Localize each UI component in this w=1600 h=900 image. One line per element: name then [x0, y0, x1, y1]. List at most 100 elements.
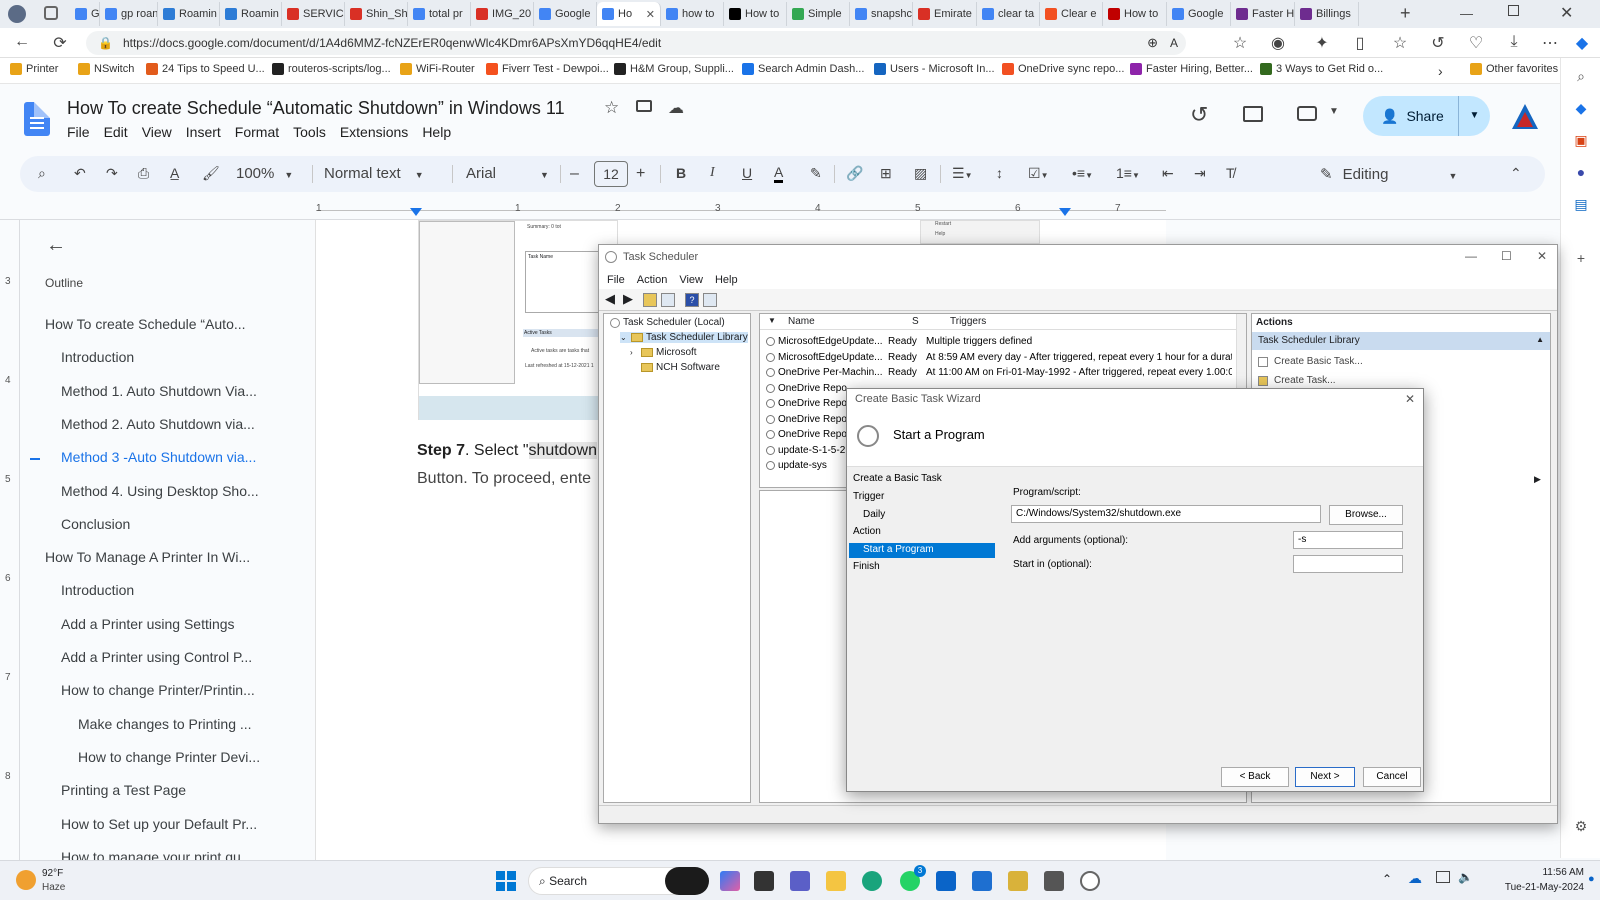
- bookmark-item[interactable]: Search Admin Dash...: [742, 63, 864, 75]
- outline-item[interactable]: How to manage your print qu...: [61, 849, 252, 860]
- bookmark-item[interactable]: WiFi-Router: [400, 63, 475, 75]
- maximize-button[interactable]: [1508, 5, 1519, 16]
- file-explorer-icon[interactable]: [826, 871, 846, 891]
- menu-help[interactable]: Help: [422, 124, 451, 140]
- start-in-input[interactable]: [1293, 555, 1403, 573]
- tree-node[interactable]: › Microsoft: [630, 347, 697, 358]
- task-name[interactable]: OneDrive Repo: [778, 398, 847, 409]
- edge-icon[interactable]: [862, 871, 882, 891]
- close-window-button[interactable]: ✕: [1560, 3, 1573, 23]
- text-color-button[interactable]: A: [774, 165, 784, 183]
- bookmark-item[interactable]: OneDrive sync repo...: [1002, 63, 1124, 75]
- back-button[interactable]: < Back: [1221, 767, 1289, 787]
- star-icon[interactable]: ☆: [604, 98, 619, 118]
- browser-tab[interactable]: clear ta: [977, 2, 1040, 26]
- browser-tab[interactable]: snapshc: [850, 2, 913, 26]
- ts-help-icon[interactable]: ?: [685, 293, 699, 307]
- back-arrow-icon[interactable]: ←: [12, 33, 32, 51]
- editing-mode-select[interactable]: ✎ Editing ▼: [1320, 165, 1457, 183]
- align-icon[interactable]: ☰▼: [952, 165, 972, 182]
- close-tab-icon[interactable]: ✕: [646, 8, 655, 21]
- copilot-icon[interactable]: ◆: [1572, 33, 1592, 53]
- outline-item[interactable]: Method 2. Auto Shutdown via...: [61, 416, 255, 432]
- paragraph-style-select[interactable]: Normal text ▼: [324, 165, 424, 182]
- volume-icon[interactable]: 🔈: [1458, 870, 1473, 884]
- actions-expand-icon[interactable]: ▶: [1534, 474, 1541, 485]
- remote-app-icon[interactable]: [972, 871, 992, 891]
- url-field[interactable]: 🔒 https://docs.google.com/document/d/1A4…: [86, 31, 1186, 55]
- action-item[interactable]: Create Task...: [1258, 375, 1336, 386]
- font-select[interactable]: Arial ▼: [466, 165, 549, 182]
- ts-folder-icon[interactable]: [643, 293, 657, 307]
- outline-item[interactable]: Introduction: [61, 582, 134, 598]
- notification-bell-icon[interactable]: ●: [1588, 873, 1595, 885]
- move-folder-icon[interactable]: [636, 100, 652, 112]
- ts-back-icon[interactable]: ◀: [603, 292, 617, 307]
- left-indent-marker[interactable]: [410, 208, 422, 216]
- bold-button[interactable]: B: [676, 165, 686, 181]
- outlook-icon[interactable]: ▤: [1571, 194, 1591, 214]
- next-button[interactable]: Next >: [1295, 767, 1355, 787]
- browser-tab[interactable]: Roamin: [220, 2, 282, 26]
- tree-expand-icon[interactable]: ›: [630, 348, 638, 357]
- ts-maximize-button[interactable]: ☐: [1501, 249, 1512, 263]
- embedded-screenshot[interactable]: Summary: 0 tot Task Name Active Tasks Ac…: [418, 220, 619, 420]
- ts-properties-icon[interactable]: [703, 293, 717, 307]
- share-dropdown-icon[interactable]: ▼: [1458, 96, 1490, 136]
- share-button[interactable]: 👤 Share ▼: [1363, 96, 1490, 136]
- arguments-input[interactable]: -s: [1293, 531, 1403, 549]
- favorites-icon[interactable]: ☆: [1390, 33, 1410, 53]
- task-name[interactable]: OneDrive Per-Machin...: [778, 367, 882, 378]
- close-outline-icon[interactable]: ←: [46, 234, 66, 257]
- taskbar-search[interactable]: ⌕ Search: [528, 867, 709, 895]
- bookmark-item[interactable]: 24 Tips to Speed U...: [146, 63, 265, 75]
- settings-gear-icon[interactable]: ⚙: [1571, 816, 1591, 836]
- browser-tab[interactable]: Shin_Sh: [345, 2, 408, 26]
- whatsapp-icon[interactable]: 3: [900, 865, 926, 891]
- workspaces-icon[interactable]: [44, 6, 58, 20]
- right-indent-marker[interactable]: [1059, 208, 1071, 216]
- toolbox-icon[interactable]: ▣: [1571, 130, 1591, 150]
- task-name[interactable]: MicrosoftEdgeUpdate...: [778, 336, 883, 347]
- clock-date[interactable]: Tue-21-May-2024: [1480, 882, 1584, 893]
- task-view-icon[interactable]: [754, 871, 774, 891]
- tag-icon[interactable]: ◆: [1571, 98, 1591, 118]
- outline-item[interactable]: How To Manage A Printer In Wi...: [45, 549, 250, 565]
- weather-icon[interactable]: [16, 870, 36, 890]
- font-size-input[interactable]: 12: [594, 161, 628, 187]
- browser-tab[interactable]: IMG_20: [471, 2, 534, 26]
- undo-icon[interactable]: ↶: [74, 165, 86, 182]
- clear-formatting-icon[interactable]: T̸: [1226, 165, 1235, 181]
- bookmark-item[interactable]: Users - Microsoft In...: [874, 63, 995, 75]
- step-7-line2[interactable]: Button. To proceed, ente: [417, 470, 591, 488]
- bookmark-item[interactable]: Faster Hiring, Better...: [1130, 63, 1253, 75]
- start-button[interactable]: [496, 871, 516, 891]
- profile-avatar[interactable]: [8, 5, 26, 23]
- col-triggers[interactable]: Triggers: [950, 316, 986, 327]
- browser-tab[interactable]: gp roan: [100, 2, 158, 26]
- bookmark-item[interactable]: 3 Ways to Get Rid o...: [1260, 63, 1383, 75]
- browser-tab[interactable]: Roamin: [158, 2, 220, 26]
- downloads-icon[interactable]: ⤓: [1504, 33, 1524, 51]
- line-spacing-icon[interactable]: ↕: [996, 165, 1003, 181]
- checklist-icon[interactable]: ☑▼: [1028, 165, 1048, 182]
- menu-file[interactable]: File: [67, 124, 90, 140]
- browser-tab[interactable]: total pr: [408, 2, 471, 26]
- outline-item[interactable]: Add a Printer using Control P...: [61, 649, 252, 665]
- hide-menus-icon[interactable]: ⌃: [1510, 165, 1522, 182]
- browser-tab[interactable]: Billings: [1295, 2, 1359, 26]
- bookmarks-overflow-icon[interactable]: ›: [1438, 63, 1443, 79]
- menu-tools[interactable]: Tools: [293, 124, 326, 140]
- favorite-star-icon[interactable]: ☆: [1230, 33, 1250, 53]
- outline-item[interactable]: Introduction: [61, 349, 134, 365]
- history-icon[interactable]: ↺: [1428, 33, 1448, 53]
- reload-icon[interactable]: ⟳: [50, 33, 70, 53]
- numbered-list-icon[interactable]: 1≡▼: [1116, 165, 1140, 181]
- google-docs-logo[interactable]: [24, 102, 50, 136]
- browser-tab[interactable]: How to: [724, 2, 787, 26]
- version-history-icon[interactable]: ↺: [1190, 102, 1208, 128]
- tree-node[interactable]: NCH Software: [630, 362, 720, 373]
- browser-tab[interactable]: Ho ✕: [597, 2, 661, 26]
- clock-time[interactable]: 11:56 AM: [1508, 867, 1584, 878]
- zoom-icon[interactable]: ⊕: [1147, 35, 1158, 51]
